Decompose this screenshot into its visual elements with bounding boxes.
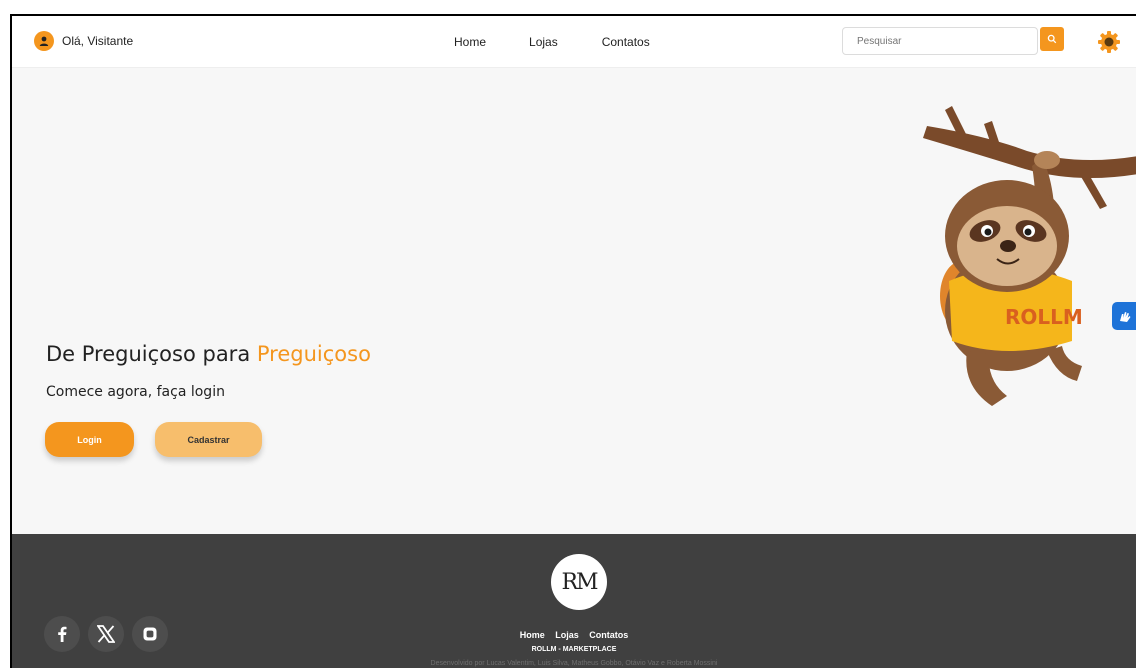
footer-nav: Home Lojas Contatos <box>12 625 1136 643</box>
rollm-logo[interactable]: RM <box>551 554 607 610</box>
gear-icon <box>1098 31 1120 53</box>
footer-brand: ROLLM - MARKETPLACE <box>531 646 617 653</box>
nav-link-home[interactable]: Home <box>454 35 486 49</box>
page-footer: RM Home Lojas Contatos ROLLM - MARKETPLA… <box>12 534 1136 668</box>
login-button[interactable]: Login <box>45 422 134 457</box>
footer-link-lojas[interactable]: Lojas <box>555 630 579 640</box>
main-nav: Home Lojas Contatos <box>454 35 650 49</box>
search-button[interactable] <box>1040 27 1064 51</box>
footer-link-contatos[interactable]: Contatos <box>589 630 628 640</box>
page-frame: Olá, Visitante Home Lojas Contatos Pesqu… <box>10 14 1136 668</box>
sloth-mascot-image: ROLLM <box>923 106 1136 406</box>
accessibility-button[interactable] <box>1112 302 1136 330</box>
settings-button[interactable] <box>1097 30 1121 54</box>
mascot-shirt-text: ROLLM <box>1005 305 1083 329</box>
search-input[interactable] <box>842 27 1038 55</box>
user-icon <box>34 31 54 51</box>
top-navbar: Olá, Visitante Home Lojas Contatos <box>12 16 1136 68</box>
search-icon <box>1047 34 1057 44</box>
sign-language-icon <box>1120 312 1131 322</box>
nav-link-lojas[interactable]: Lojas <box>529 35 558 49</box>
nav-link-contatos[interactable]: Contatos <box>602 35 650 49</box>
hero-title-accent: Preguiçoso <box>256 342 371 366</box>
hero-title: De Preguiçoso para Preguiçoso <box>46 342 371 366</box>
register-button[interactable]: Cadastrar <box>155 422 262 457</box>
user-greeting[interactable]: Olá, Visitante <box>34 31 133 51</box>
greeting-text: Olá, Visitante <box>62 34 134 48</box>
hero-subtitle: Comece agora, faça login <box>46 384 225 400</box>
hero-title-prefix: De Preguiçoso para <box>46 342 257 366</box>
footer-link-home[interactable]: Home <box>520 630 545 640</box>
logo-letters: RM <box>561 569 598 595</box>
footer-credits: Desenvolvido por Lucas Valentim, Luis Si… <box>430 660 718 667</box>
